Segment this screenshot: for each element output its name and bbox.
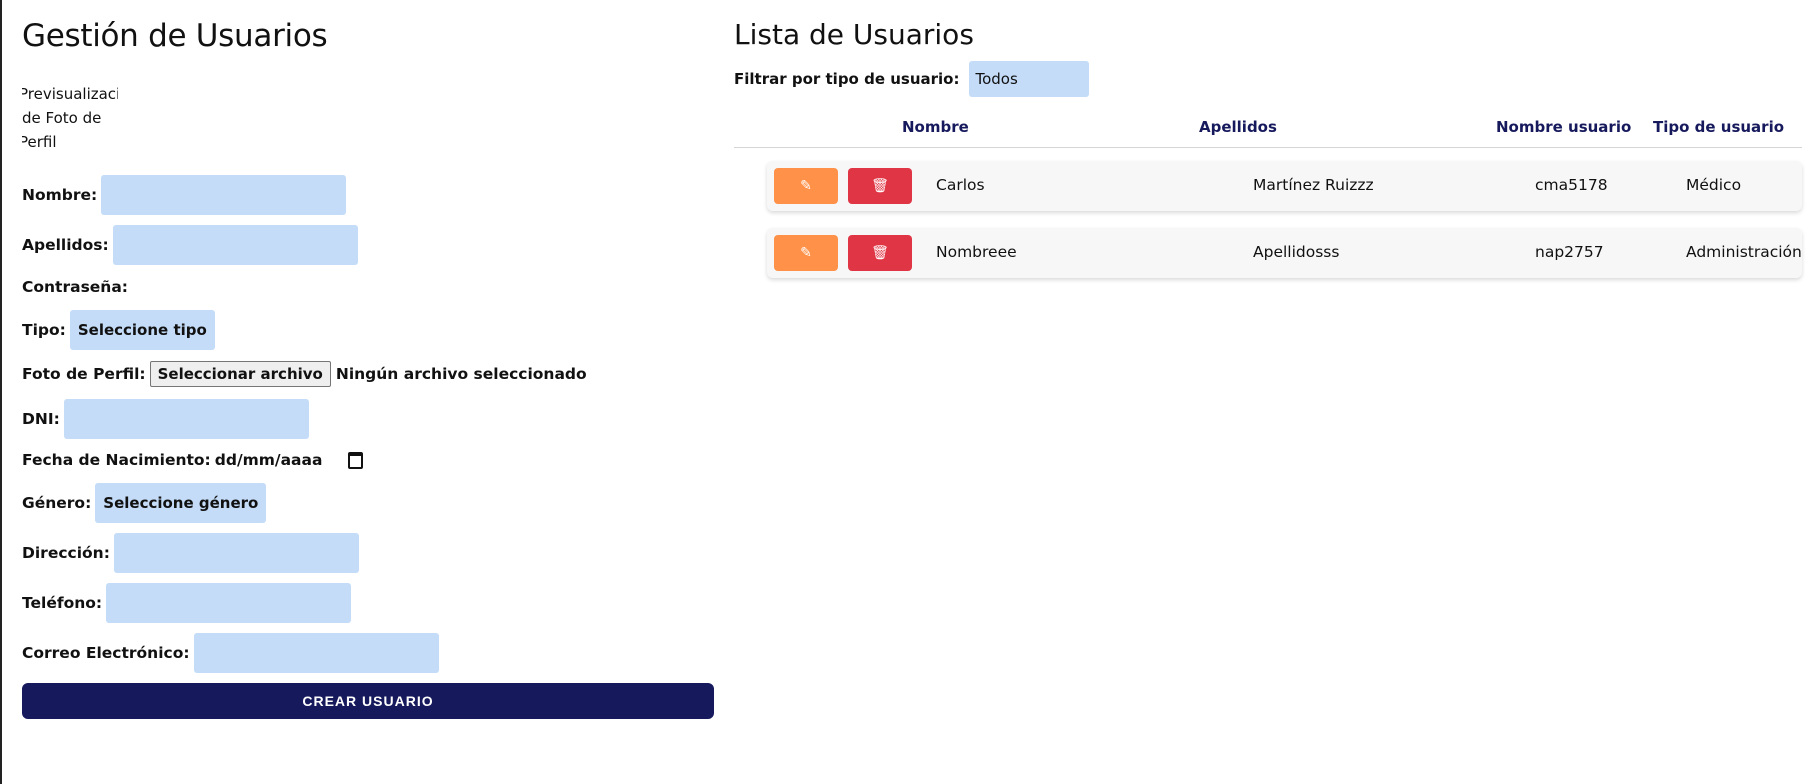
table-row: ✎ 🗑 Carlos Martínez Ruizzz cma5178 Médic… [767, 161, 1802, 211]
direccion-input[interactable] [113, 533, 359, 573]
contrasena-row: Contraseña: [22, 278, 132, 296]
table-header: Nombre Apellidos Nombre usuario Tipo de … [734, 116, 1802, 148]
cell-apellidos: Apellidosss [1253, 243, 1340, 261]
direccion-row: Dirección: [22, 533, 359, 573]
table-row: ✎ 🗑 Nombreee Apellidosss nap2757 Adminis… [767, 228, 1802, 278]
create-user-button[interactable]: CREAR USUARIO [22, 683, 714, 719]
fecha-label: Fecha de Nacimiento: [22, 451, 211, 469]
list-title: Lista de Usuarios [734, 18, 974, 51]
cell-usuario: cma5178 [1535, 176, 1608, 194]
trash-icon: 🗑 [871, 245, 889, 261]
file-select-button[interactable]: Seleccionar archivo [149, 361, 331, 387]
correo-label: Correo Electrónico: [22, 644, 190, 662]
column-header-nombre-usuario: Nombre usuario [1496, 118, 1632, 136]
page-title: Gestión de Usuarios [22, 18, 328, 54]
apellidos-row: Apellidos: [22, 225, 358, 265]
nombre-row: Nombre: [22, 175, 347, 215]
delete-button[interactable]: 🗑 [848, 168, 912, 204]
column-header-nombre: Nombre [902, 118, 969, 136]
edit-button[interactable]: ✎ [774, 168, 838, 204]
edit-icon: ✎ [800, 245, 812, 261]
delete-button[interactable]: 🗑 [848, 235, 912, 271]
apellidos-label: Apellidos: [22, 236, 109, 254]
foto-label: Foto de Perfil: [22, 365, 146, 383]
correo-row: Correo Electrónico: [22, 633, 439, 673]
edit-icon: ✎ [800, 178, 812, 194]
correo-input[interactable] [193, 633, 439, 673]
foto-row: Foto de Perfil: Seleccionar archivo Ning… [22, 361, 587, 387]
cell-usuario: nap2757 [1535, 243, 1604, 261]
tipo-label: Tipo: [22, 321, 66, 339]
genero-select[interactable]: Seleccione género [95, 483, 267, 523]
filter-label: Filtrar por tipo de usuario: [734, 70, 960, 88]
preview-alt-text-line: Previsualizaci [22, 85, 118, 103]
cell-nombre: Carlos [936, 176, 985, 194]
contrasena-label: Contraseña: [22, 278, 129, 296]
telefono-label: Teléfono: [22, 594, 103, 612]
profile-photo-preview: Previsualizaci de Foto de Perfil [22, 82, 118, 162]
tipo-row: Tipo: Seleccione tipo [22, 310, 215, 350]
column-header-tipo: Tipo de usuario [1653, 118, 1785, 136]
edit-button[interactable]: ✎ [774, 235, 838, 271]
nombre-label: Nombre: [22, 186, 98, 204]
fecha-row: Fecha de Nacimiento: dd/mm/aaaa [22, 451, 364, 469]
preview-alt-text-line: de Foto de [22, 109, 102, 127]
file-status-text: Ningún archivo seleccionado [335, 365, 587, 383]
nombre-input[interactable] [101, 175, 347, 215]
fecha-input[interactable]: dd/mm/aaaa [215, 451, 323, 469]
cell-nombre: Nombreee [936, 243, 1017, 261]
user-type-filter: Filtrar por tipo de usuario: Todos [734, 61, 1090, 97]
cell-tipo: Administración [1686, 243, 1802, 261]
telefono-row: Teléfono: [22, 583, 352, 623]
column-header-apellidos: Apellidos [1199, 118, 1277, 136]
apellidos-input[interactable] [112, 225, 358, 265]
window-left-border [0, 0, 2, 784]
genero-row: Género: Seleccione género [22, 483, 267, 523]
dni-label: DNI: [22, 410, 60, 428]
direccion-label: Dirección: [22, 544, 110, 562]
preview-alt-text-line: Perfil [22, 133, 57, 151]
dni-row: DNI: [22, 399, 309, 439]
trash-icon: 🗑 [871, 178, 889, 194]
cell-apellidos: Martínez Ruizzz [1253, 176, 1374, 194]
dni-input[interactable] [63, 399, 309, 439]
cell-tipo: Médico [1686, 176, 1742, 194]
filter-select[interactable]: Todos [969, 61, 1090, 97]
telefono-input[interactable] [106, 583, 352, 623]
calendar-icon[interactable] [348, 451, 364, 469]
tipo-select[interactable]: Seleccione tipo [69, 310, 215, 350]
genero-label: Género: [22, 494, 92, 512]
